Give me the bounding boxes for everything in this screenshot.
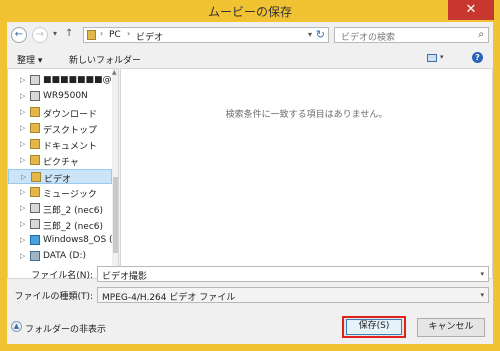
tree-item-label: デスクトップ [43,126,98,136]
folder-icon [30,123,40,133]
chevron-down-icon[interactable]: ▾ [480,291,484,299]
filetype-select[interactable]: MPEG-4/H.264 ビデオ ファイル ▾ [97,287,489,303]
save-movie-dialog: ムービーの保存 ✕ ← → ▾ ↑ › PC › ビデオ ▾ ↻ ビデオの検索 … [0,0,500,351]
title-bar[interactable]: ムービーの保存 ✕ [0,0,500,22]
dialog-body: ← → ▾ ↑ › PC › ビデオ ▾ ↻ ビデオの検索 ⌕ 整理 ▾ 新しい… [7,22,493,344]
expand-arrow-icon[interactable]: ▷ [20,252,25,260]
tree-item[interactable]: ▷ 三郎_2 (nec6) [8,217,112,232]
expand-arrow-icon[interactable]: ▷ [21,173,26,181]
search-input[interactable]: ビデオの検索 ⌕ [334,27,489,43]
computer-icon [30,203,40,213]
navigation-pane[interactable]: ▷ ■■■■■■■@h ▷ WR9500N ▷ ダウンロード ▷ デスクトップ ▷ ドキュメント ▷… [7,68,119,279]
expand-arrow-icon[interactable]: ▷ [20,76,25,84]
breadcrumb-pc[interactable]: PC [109,30,121,40]
view-options-icon[interactable] [427,54,437,62]
refresh-icon[interactable]: ↻ [316,28,325,41]
expand-arrow-icon[interactable]: ▷ [20,204,25,212]
tree-item-label: 三郎_2 (nec6) [43,206,104,216]
computer-icon [30,91,40,101]
expand-arrow-icon[interactable]: ▷ [20,156,25,164]
window-title: ムービーの保存 [207,5,292,19]
file-list-pane[interactable]: 検索条件に一致する項目はありません。 [120,68,493,279]
tree-item-label: ピクチャ [43,158,79,168]
address-bar[interactable]: › PC › ビデオ ▾ ↻ [83,27,329,43]
breadcrumb-videos[interactable]: ビデオ [136,30,163,43]
music-folder-icon [30,187,40,197]
expand-arrow-icon[interactable]: ▷ [20,236,25,244]
scroll-thumb[interactable] [113,177,118,253]
tree-item[interactable]: ▷ DATA (D:) [8,249,112,264]
tree-item-label: Windows8_OS ( [43,235,113,245]
tree-item[interactable]: ▷ WR9500N [8,89,112,104]
computer-icon [30,219,40,229]
expand-arrow-icon[interactable]: ▷ [20,188,25,196]
tree-item[interactable]: ▷ ミュージック [8,185,112,200]
tree-item[interactable]: ▷ ■■■■■■■@h [8,73,117,88]
save-button[interactable]: 保存(S) [342,316,406,338]
expand-arrow-icon[interactable]: ▷ [20,92,25,100]
chevron-right-icon: › [127,29,131,38]
help-icon[interactable]: ? [472,52,483,63]
filetype-value: MPEG-4/H.264 ビデオ ファイル [102,293,236,303]
chevron-right-icon: › [100,29,104,38]
tree-item[interactable]: ▷ 三郎_2 (nec6) [8,201,112,216]
tree-item[interactable]: ▷ ドキュメント [8,137,112,152]
expand-arrow-icon[interactable]: ▷ [20,108,25,116]
expand-arrow-icon[interactable]: ▷ [20,220,25,228]
toolbar: 整理 ▾ 新しいフォルダー ▾ ? [7,49,493,67]
tree-item-label: ミュージック [43,190,97,200]
empty-message: 検索条件に一致する項目はありません。 [225,110,388,120]
close-button[interactable]: ✕ [448,0,494,20]
filename-field[interactable]: ビデオ撮影 ▾ [97,266,489,282]
save-button-label: 保存(S) [346,319,402,335]
hide-folders-label: フォルダーの非表示 [25,325,107,335]
folder-icon [30,107,40,117]
tree-item-label: WR9500N [43,91,88,101]
folder-icon [30,155,40,165]
up-button[interactable]: ↑ [65,28,73,39]
back-button[interactable]: ← [11,27,27,43]
tree-item[interactable]: ▷ ビデオ [8,169,112,185]
tree-item-label: 三郎_2 (nec6) [43,222,104,232]
drive-icon [30,251,40,261]
new-folder-button[interactable]: 新しいフォルダー [69,53,141,66]
navigation-scrollbar[interactable]: ▲ ▼ [112,69,118,278]
tree-item-label: ■■■■■■■@h [43,75,118,85]
tree-item[interactable]: ▷ デスクトップ [8,121,112,136]
tree-item-label: ドキュメント [43,142,98,152]
folder-icon [31,172,41,182]
tree-item[interactable]: ▷ Windows8_OS ( [8,233,113,248]
chevron-down-icon[interactable]: ▾ [480,270,484,278]
filetype-label: ファイルの種類(T): [14,292,93,302]
filename-label: ファイル名(N): [31,271,93,281]
view-dropdown-icon[interactable]: ▾ [440,53,444,61]
tree-item[interactable]: ▷ ピクチャ [8,153,112,168]
recent-locations-button[interactable]: ▾ [53,29,57,38]
tree-item-label: ダウンロード [43,110,98,120]
scroll-up-icon[interactable]: ▲ [112,69,117,76]
filename-value: ビデオ撮影 [102,272,148,282]
address-dropdown-icon[interactable]: ▾ [308,30,312,39]
folder-icon [87,30,96,40]
computer-icon [30,75,40,85]
organize-button[interactable]: 整理 ▾ [17,53,42,66]
forward-button[interactable]: → [32,27,48,43]
tree-item-label: ビデオ [44,175,72,185]
tree-item[interactable]: ▷ ダウンロード [8,105,112,120]
search-icon[interactable]: ⌕ [478,29,484,40]
cancel-button[interactable]: キャンセル [417,318,485,337]
folder-icon [30,139,40,149]
expand-arrow-icon[interactable]: ▷ [20,140,25,148]
tree-item-label: DATA (D:) [43,251,87,261]
expand-arrow-icon[interactable]: ▷ [20,124,25,132]
windows-drive-icon [30,235,40,245]
collapse-icon: ▲ [11,321,22,332]
search-placeholder: ビデオの検索 [341,33,396,43]
